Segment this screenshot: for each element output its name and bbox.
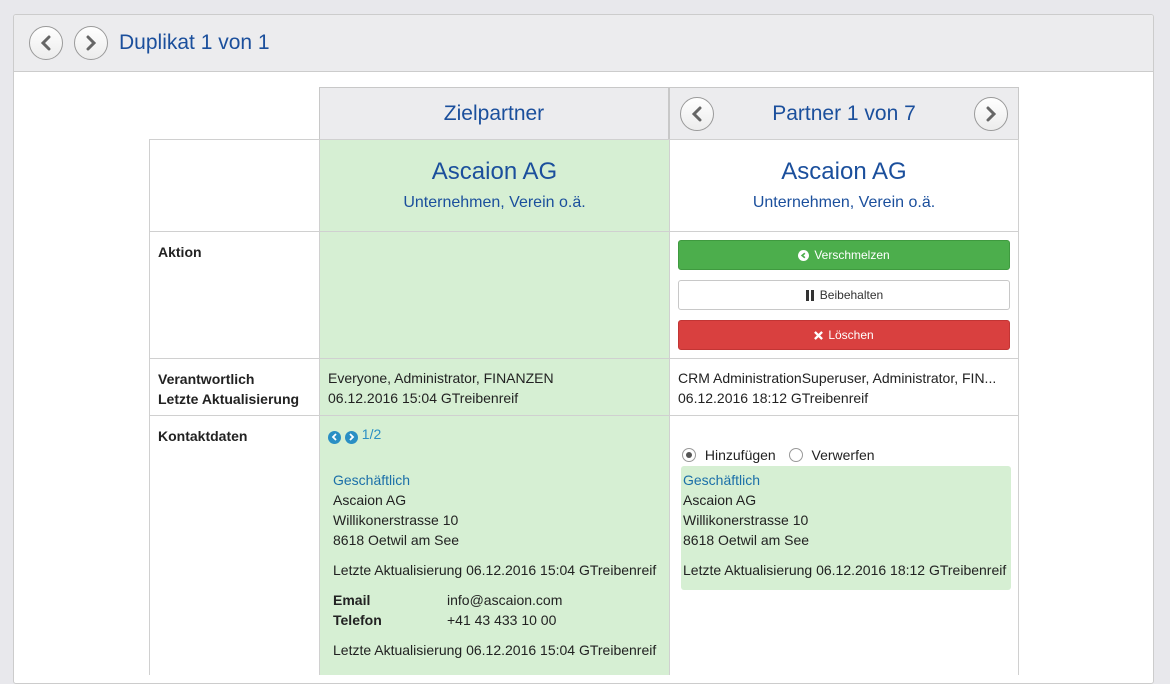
target-address-line1: Ascaion AG [333, 492, 407, 508]
page-title: Duplikat 1 von 1 [119, 31, 270, 54]
phone-label: Telefon [333, 612, 382, 628]
email-value: info@ascaion.com [447, 592, 563, 608]
partner-type: Unternehmen, Verein o.ä. [752, 194, 936, 211]
delete-button[interactable]: Löschen [678, 320, 1010, 350]
duplicate-panel: Duplikat 1 von 1 Zielpartner Partner 1 v… [13, 14, 1154, 684]
next-partner-button[interactable] [974, 97, 1008, 131]
target-email-row: Email info@ascaion.com [333, 590, 663, 610]
delete-button-label: Löschen [828, 328, 874, 342]
partner-address-block: Geschäftlich Ascaion AG Willikonerstrass… [681, 466, 1011, 590]
partner-contact-cell: Hinzufügen Verwerfen Geschäftlich Ascaio… [669, 416, 1019, 675]
target-address-kind[interactable]: Geschäftlich [333, 470, 663, 490]
contact-choice: Hinzufügen Verwerfen [682, 445, 875, 465]
target-phone-row: Telefon +41 43 433 10 00 [333, 610, 663, 630]
chevron-right-icon [349, 433, 355, 441]
action-label: Aktion [158, 244, 202, 260]
target-responsible-cell: Everyone, Administrator, FINANZEN 06.12.… [319, 359, 669, 415]
target-name: Ascaion AG [431, 158, 558, 185]
add-radio[interactable] [682, 448, 696, 462]
contact-pager: 1/2 [328, 426, 381, 444]
pager-text: 1/2 [361, 426, 382, 442]
last-updated-label: Letzte Aktualisierung [158, 391, 300, 407]
prev-duplicate-button[interactable] [29, 26, 63, 60]
target-column-title: Zielpartner [443, 102, 545, 125]
target-contact-cell: 1/2 Geschäftlich Ascaion AG Willikonerst… [319, 416, 669, 675]
merge-button[interactable]: Verschmelzen [678, 240, 1010, 270]
responsible-label-cell: Verantwortlich Letzte Aktualisierung [149, 359, 319, 415]
action-label-cell: Aktion [149, 232, 319, 358]
partner-address-line1: Ascaion AG [683, 492, 757, 508]
target-type: Unternehmen, Verein o.ä. [403, 194, 586, 211]
target-responsible: Everyone, Administrator, FINANZEN [328, 370, 554, 386]
keep-button-label: Beibehalten [819, 288, 884, 302]
partner-action-cell: Verschmelzen Beibehalten Löschen [669, 232, 1019, 358]
discard-radio-label: Verwerfen [811, 447, 875, 463]
chevron-right-icon [986, 106, 997, 122]
discard-radio[interactable] [788, 448, 803, 462]
prev-partner-button[interactable] [680, 97, 714, 131]
target-address-line2: Willikonerstrasse 10 [333, 512, 459, 528]
pager-prev-button[interactable] [328, 430, 341, 444]
pager-next-button[interactable] [344, 430, 358, 444]
target-action-cell [319, 232, 669, 358]
contact-label-cell: Kontaktdaten [149, 416, 319, 675]
responsible-labels: Verantwortlich Letzte Aktualisierung [150, 359, 319, 419]
partner-address-kind[interactable]: Geschäftlich [683, 470, 1009, 490]
partner-responsible-cell: CRM AdministrationSuperuser, Administrat… [669, 359, 1019, 415]
partner-name-cell: Ascaion AG Unternehmen, Verein o.ä. [669, 140, 1019, 231]
responsible-label: Verantwortlich [158, 371, 255, 387]
arrow-circle-left-icon [798, 249, 810, 261]
target-address-line3: 8618 Oetwil am See [333, 532, 460, 548]
target-name-cell: Ascaion AG Unternehmen, Verein o.ä. [319, 140, 669, 231]
chevron-right-icon [86, 35, 97, 51]
chevron-left-icon [40, 35, 51, 51]
action-row: Aktion Verschmelzen Beibehalten Löschen [149, 231, 1019, 358]
close-icon [814, 330, 824, 340]
name-row-label-cell [149, 140, 319, 231]
next-duplicate-button[interactable] [74, 26, 108, 60]
partner-updated: 06.12.2016 18:12 GTreibenreif [678, 390, 869, 406]
partner-address-line2: Willikonerstrasse 10 [683, 512, 809, 528]
target-column-header: Zielpartner [319, 87, 669, 139]
partner-name: Ascaion AG [781, 158, 907, 185]
merge-button-label: Verschmelzen [814, 248, 890, 262]
target-address-block: Geschäftlich Ascaion AG Willikonerstrass… [333, 470, 663, 660]
pause-icon [805, 289, 814, 301]
chevron-left-icon [331, 433, 337, 441]
partner-column-header: Partner 1 von 7 [669, 87, 1019, 139]
chevron-left-icon [691, 106, 702, 122]
add-radio-label: Hinzufügen [704, 447, 776, 463]
name-row: Ascaion AG Unternehmen, Verein o.ä. Asca… [149, 139, 1019, 231]
target-address-updated: Letzte Aktualisierung 06.12.2016 15:04 G… [333, 562, 657, 578]
partner-address-line3: 8618 Oetwil am See [683, 532, 810, 548]
email-label: Email [333, 592, 371, 608]
partner-address-updated: Letzte Aktualisierung 06.12.2016 18:12 G… [683, 562, 1007, 578]
target-updated: 06.12.2016 15:04 GTreibenreif [328, 390, 519, 406]
contact-row: Kontaktdaten 1/2 Geschäftlich Ascaion AG… [149, 415, 1019, 675]
responsible-row: Verantwortlich Letzte Aktualisierung Eve… [149, 358, 1019, 415]
partner-column-title: Partner 1 von 7 [772, 102, 916, 125]
contact-label: Kontaktdaten [158, 428, 248, 444]
keep-button[interactable]: Beibehalten [678, 280, 1010, 310]
partner-responsible: CRM AdministrationSuperuser, Administrat… [678, 370, 997, 386]
target-contact-updated: Letzte Aktualisierung 06.12.2016 15:04 G… [333, 642, 657, 658]
panel-header: Duplikat 1 von 1 [14, 15, 1153, 72]
phone-value: +41 43 433 10 00 [447, 612, 557, 628]
